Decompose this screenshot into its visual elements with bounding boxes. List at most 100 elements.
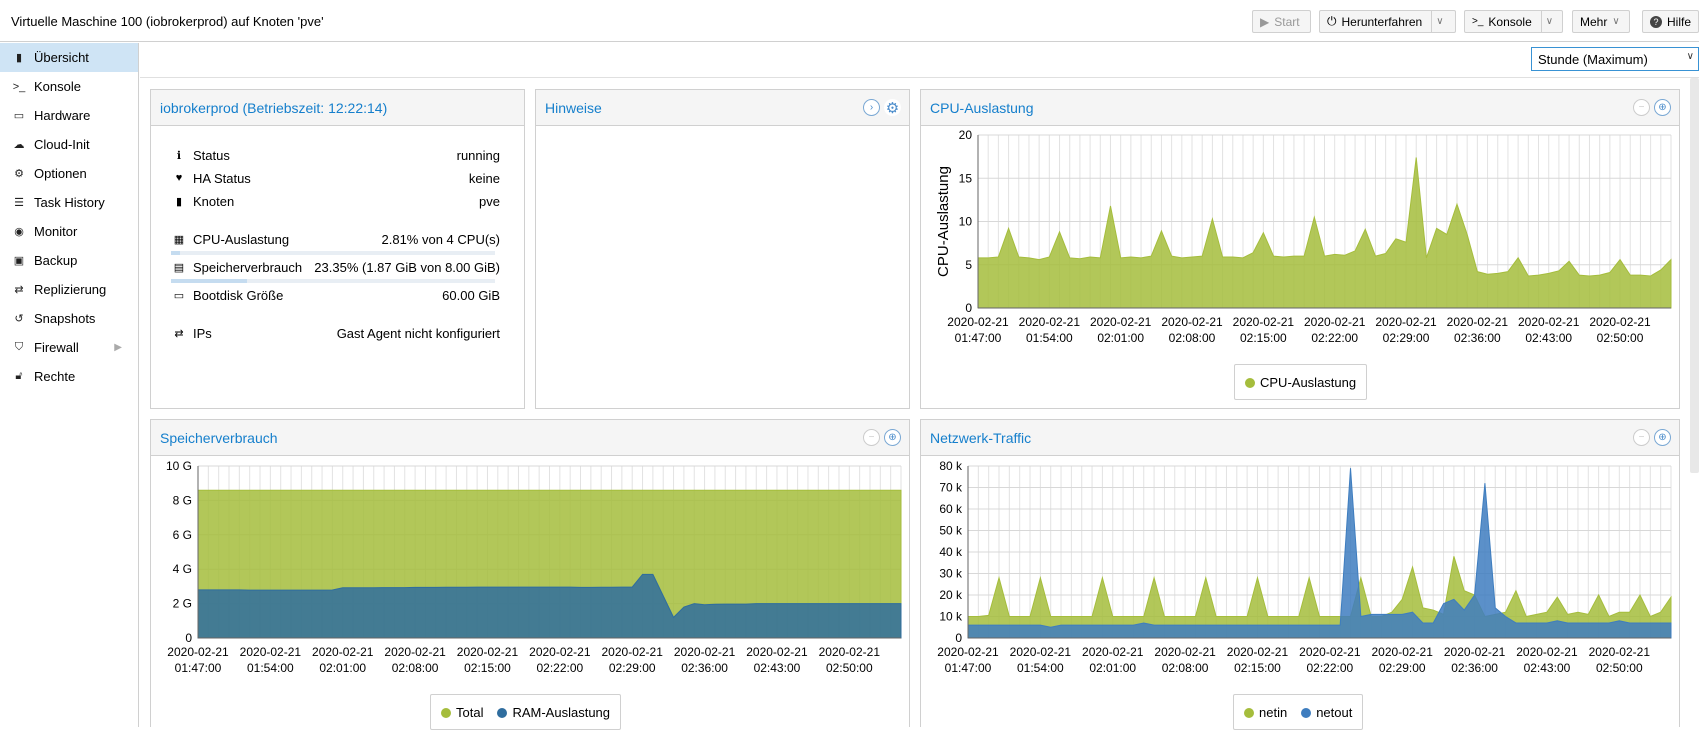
sidebar-item-backup[interactable]: ▣ Backup — [0, 246, 138, 275]
sidebar-item-monitor[interactable]: ◉ Monitor — [0, 217, 138, 246]
sidebar-item-label: Backup — [34, 253, 78, 268]
building-icon: ▮ — [175, 195, 183, 208]
start-button[interactable]: ▶ Start — [1252, 10, 1311, 33]
book-icon: ▮ — [15, 52, 23, 64]
bootdisk-row: ▭ Bootdisk Größe 60.00 GiB — [171, 285, 500, 305]
start-label: Start — [1274, 14, 1300, 29]
sidebar-item-label: Übersicht — [34, 50, 89, 65]
sidebar-item-task-history[interactable]: ☰ Task History — [0, 188, 138, 217]
status-panel: iobrokerprod (Betriebszeit: 12:22:14) ℹS… — [150, 89, 525, 409]
node-row: ▮ Knoten pve — [171, 191, 500, 211]
sidebar-item-label: Firewall — [34, 340, 79, 355]
x-tick-time: 01:54:00 — [1026, 331, 1073, 345]
retweet-icon: ⇄ — [14, 284, 24, 296]
legend-dot — [1245, 377, 1255, 388]
sidebar-item-console[interactable]: >_ Konsole — [0, 72, 138, 101]
y-tick-label: 0 — [955, 631, 962, 645]
ha-status-row: ♥ HA Status keine — [171, 168, 500, 188]
y-tick-label: 0 — [965, 301, 972, 315]
y-tick-label: 80 k — [939, 459, 963, 473]
x-tick-date: 2020-02-21 — [1375, 315, 1437, 329]
x-tick-date: 2020-02-21 — [1082, 645, 1144, 659]
sidebar-item-permissions[interactable]: 🔓︎ Rechte — [0, 362, 138, 391]
x-tick-date: 2020-02-21 — [947, 315, 1009, 329]
notes-panel-header: Hinweise › ⚙ — [536, 90, 909, 126]
scrollbar[interactable] — [1690, 78, 1699, 473]
chevron-right-icon: ▶ — [114, 342, 122, 353]
status-panel-title: iobrokerprod (Betriebszeit: 12:22:14) — [160, 99, 388, 116]
sidebar-item-replication[interactable]: ⇄ Replizierung — [0, 275, 138, 304]
gear-icon[interactable]: ⚙ — [884, 99, 901, 117]
cpu-progress-fill — [171, 251, 181, 255]
x-tick-time: 02:01:00 — [1097, 331, 1144, 345]
notes-content — [536, 126, 909, 408]
x-tick-date: 2020-02-21 — [674, 645, 736, 659]
x-tick-date: 2020-02-21 — [1010, 645, 1072, 659]
memory-chart-panel: Speicherverbrauch − ⊕ 02 G4 G6 G8 G 10 G 20… — [150, 419, 910, 730]
y-tick-label: 8 G — [173, 493, 192, 507]
legend-item-total[interactable]: Total — [441, 705, 483, 720]
x-tick-time: 02:43:00 — [1525, 331, 1572, 345]
chevron-down-icon[interactable]: ∨ — [1431, 11, 1444, 32]
x-tick-date: 2020-02-21 — [1372, 645, 1434, 659]
x-tick-date: 2020-02-21 — [1299, 645, 1361, 659]
cpu-row: ▦ CPU-Auslastung 2.81% von 4 CPU(s) — [171, 229, 500, 249]
memory-chart: 0 2 G 4 G 6 G 8 G 10 G 2020-02-21 01:47:00 2020-… — [166, 459, 902, 675]
cpu-icon: ▦ — [173, 233, 185, 246]
ips-row: ⇄ IPs Gast Agent nicht konfiguriert — [171, 323, 500, 343]
console-button[interactable]: >_ Konsole ∨ — [1464, 10, 1563, 33]
y-tick-label: 5 — [965, 258, 972, 272]
memory-progress-bar — [171, 279, 495, 283]
x-tick-time: 02:43:00 — [1524, 661, 1571, 675]
expand-icon[interactable]: › — [863, 99, 880, 116]
shutdown-button[interactable]: ⏻ Herunterfahren ∨ — [1319, 10, 1456, 33]
y-tick-label: 10 — [959, 215, 973, 229]
sidebar-item-options[interactable]: ⚙ Optionen — [0, 159, 138, 188]
y-tick-label: 10 k — [939, 610, 963, 624]
shutdown-label: Herunterfahren — [1341, 14, 1423, 29]
chevron-down-icon: ∨ — [1686, 51, 1694, 62]
timeframe-select[interactable]: Stunde (Maximum) ∨ — [1531, 47, 1699, 71]
legend-item-cpu[interactable]: CPU-Auslastung — [1245, 375, 1356, 390]
network-chart-legend: netin netout — [1233, 694, 1364, 730]
sidebar-item-hardware[interactable]: ▭ Hardware — [0, 101, 138, 130]
y-tick-label: 40 k — [939, 545, 963, 559]
legend-dot — [1301, 707, 1312, 718]
sidebar-item-snapshots[interactable]: ↺ Snapshots — [0, 304, 138, 333]
x-tick-date: 2020-02-21 — [1233, 315, 1295, 329]
legend-item-netout[interactable]: netout — [1301, 705, 1352, 720]
sidebar-item-label: Optionen — [34, 166, 87, 181]
notes-panel-title: Hinweise — [545, 99, 602, 116]
heartbeat-icon: ♥ — [175, 172, 183, 184]
x-tick-date: 2020-02-21 — [529, 645, 591, 659]
legend-item-netin[interactable]: netin — [1244, 705, 1287, 720]
notes-tools: › ⚙ — [863, 99, 901, 117]
sidebar-item-cloud-init[interactable]: ☁ Cloud-Init — [0, 130, 138, 159]
sidebar-item-firewall[interactable]: ⛉ Firewall ▶ — [0, 333, 138, 362]
x-tick-date: 2020-02-21 — [312, 645, 374, 659]
x-tick-time: 02:22:00 — [536, 661, 583, 675]
cpu-value: 2.81% von 4 CPU(s) — [381, 231, 501, 247]
bootdisk-value: 60.00 GiB — [442, 287, 500, 303]
help-button[interactable]: ? Hilfe — [1642, 10, 1699, 33]
x-tick-time: 01:47:00 — [955, 331, 1002, 345]
x-tick-date: 2020-02-21 — [1444, 645, 1506, 659]
sidebar-item-label: Rechte — [34, 369, 76, 384]
sidebar-item-label: Konsole — [34, 79, 81, 94]
y-tick-label: 20 — [959, 128, 973, 142]
chevron-down-icon[interactable]: ∨ — [1540, 11, 1553, 32]
y-tick-label: 70 k — [939, 481, 963, 495]
y-axis-label: CPU-Auslastung — [935, 166, 952, 277]
sidebar-item-overview[interactable]: ▮ Übersicht — [0, 43, 138, 72]
legend-label: netout — [1316, 704, 1353, 720]
more-button[interactable]: Mehr ∨ — [1572, 10, 1630, 33]
x-tick-time: 02:36:00 — [1454, 331, 1501, 345]
legend-item-ram[interactable]: RAM-Auslastung — [497, 705, 610, 720]
x-tick-time: 02:08:00 — [392, 661, 439, 675]
y-tick-label: 60 k — [939, 502, 963, 516]
y-tick-label: 50 k — [939, 524, 963, 538]
memory-label: Speicherverbrauch — [193, 259, 303, 275]
x-tick-date: 2020-02-21 — [1154, 645, 1216, 659]
x-tick-date: 2020-02-21 — [1589, 645, 1651, 659]
bootdisk-label: Bootdisk Größe — [193, 287, 284, 303]
